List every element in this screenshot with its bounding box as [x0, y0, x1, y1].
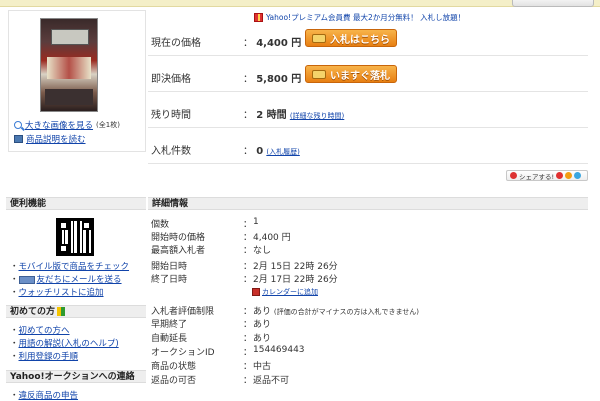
registration-link[interactable]: 利用登録の手順: [10, 350, 79, 362]
buynow-price-label: 即決価格: [151, 74, 191, 85]
detail-value-end-date: 2月 17日 22時 26分: [253, 275, 338, 285]
magnifier-icon: [14, 121, 22, 129]
bid-history-link[interactable]: (入札履歴): [266, 148, 299, 156]
share-bar[interactable]: シェアする!: [506, 170, 588, 181]
detail-value-rating-limit: あり (評価の合計がマイナスの方は入札できません): [253, 307, 420, 317]
detail-value-quantity: 1: [253, 217, 259, 227]
read-description-link[interactable]: 商品説明を読む: [26, 133, 86, 145]
book-icon: [14, 135, 23, 143]
detail-label-auction-id: オークションID: [151, 348, 215, 358]
item-image[interactable]: [40, 18, 98, 112]
detail-label-start-date: 開始日時: [151, 262, 188, 272]
enlarge-image-link[interactable]: 大きな画像を見る: [25, 119, 93, 131]
cart-icon: [312, 69, 326, 79]
current-price-label: 現在の価格: [151, 38, 201, 49]
premium-banner-text[interactable]: Yahoo!プレミアム会員費 最大2か月分無料！ 入札し放題！: [266, 12, 465, 23]
time-left-label: 残り時間: [151, 110, 191, 121]
detail-value-auction-id: 154469443: [253, 345, 305, 355]
enlarge-image-row: 大きな画像を見る (全1枚): [14, 119, 120, 131]
detail-label-top-bidder: 最高額入札者: [151, 246, 206, 256]
description-row: 商品説明を読む: [14, 133, 86, 145]
details-header: 詳細情報: [148, 197, 588, 210]
time-left-row: 残り時間 ： 2 時間 (詳細な残り時間): [148, 97, 588, 128]
current-price-value: ： 4,400 円: [243, 38, 302, 49]
mail-icon: [18, 275, 35, 284]
twitter-icon[interactable]: [574, 172, 582, 179]
buynow-button[interactable]: いますぐ落札: [305, 65, 397, 83]
beginner-leaf-icon: [57, 307, 66, 316]
time-detail-link[interactable]: (詳細な残り時間): [290, 112, 344, 120]
detail-value-start-price: 4,400 円: [253, 233, 291, 243]
detail-label-early-end: 早期終了: [151, 320, 188, 330]
glossary-link[interactable]: 用語の解説(入札のヘルプ): [10, 337, 119, 349]
bid-count-label: 入札件数: [151, 146, 191, 157]
bid-count-row: 入札件数 ： 0 (入札履歴): [148, 133, 588, 164]
mixi-icon[interactable]: [565, 172, 573, 179]
gavel-icon: [312, 33, 326, 43]
detail-label-quantity: 個数: [151, 220, 170, 230]
detail-label-end-date: 終了日時: [151, 275, 188, 285]
detail-value-auto-extend: あり: [253, 334, 272, 344]
buynow-price-row: 即決価格 ： 5,800 円 いますぐ落札: [148, 61, 588, 92]
share-icon: [510, 172, 517, 179]
buynow-price-value: ： 5,800 円: [243, 74, 302, 85]
qr-code-image: [56, 218, 94, 256]
current-price-row: 現在の価格 ： 4,400 円 入札はこちら: [148, 25, 588, 56]
detail-label-rating-limit: 入札者評価制限: [151, 307, 215, 317]
add-calendar-link[interactable]: カレンダーに追加: [262, 287, 318, 297]
calendar-icon: [252, 288, 260, 296]
mobile-check-link[interactable]: モバイル版で商品をチェック: [10, 260, 130, 272]
beginner-header: 初めての方: [6, 305, 146, 318]
image-count: (全1枚): [96, 121, 120, 129]
mail-friend-link[interactable]: 友だちにメールを送る: [37, 275, 122, 285]
detail-label-condition: 商品の状態: [151, 362, 197, 372]
contact-header: Yahoo!オークションへの連絡: [6, 370, 146, 383]
bid-count-value: ： 0 (入札履歴): [243, 146, 300, 157]
rating-limit-note: (評価の合計がマイナスの方は入札できません): [273, 308, 420, 316]
top-bar: [0, 0, 600, 7]
detail-value-top-bidder: なし: [253, 246, 272, 256]
mail-friend-row: ・友だちにメールを送る: [10, 275, 122, 285]
gift-icon: [254, 13, 263, 22]
detail-value-start-date: 2月 15日 22時 26分: [253, 262, 338, 272]
detail-value-early-end: あり: [253, 320, 272, 330]
top-bar-button[interactable]: [512, 0, 594, 7]
yahoo-icon[interactable]: [556, 172, 564, 179]
premium-banner[interactable]: Yahoo!プレミアム会員費 最大2か月分無料！ 入札し放題！: [254, 12, 465, 23]
detail-value-returns: 返品不可: [253, 376, 290, 386]
time-left-value: ： 2 時間 (詳細な残り時間): [243, 110, 345, 121]
detail-label-returns: 返品の可否: [151, 376, 197, 386]
bid-button[interactable]: 入札はこちら: [305, 29, 397, 47]
watchlist-link[interactable]: ウォッチリストに追加: [10, 286, 104, 298]
detail-label-start-price: 開始時の価格: [151, 233, 206, 243]
convenient-header: 便利機能: [6, 197, 146, 210]
share-label: シェアする!: [519, 172, 555, 181]
detail-label-auto-extend: 自動延長: [151, 334, 188, 344]
beginner-link[interactable]: 初めての方へ: [10, 324, 70, 336]
detail-value-condition: 中古: [253, 362, 272, 372]
report-link[interactable]: 違反商品の申告: [10, 389, 79, 401]
calendar-row: カレンダーに追加: [252, 287, 318, 297]
